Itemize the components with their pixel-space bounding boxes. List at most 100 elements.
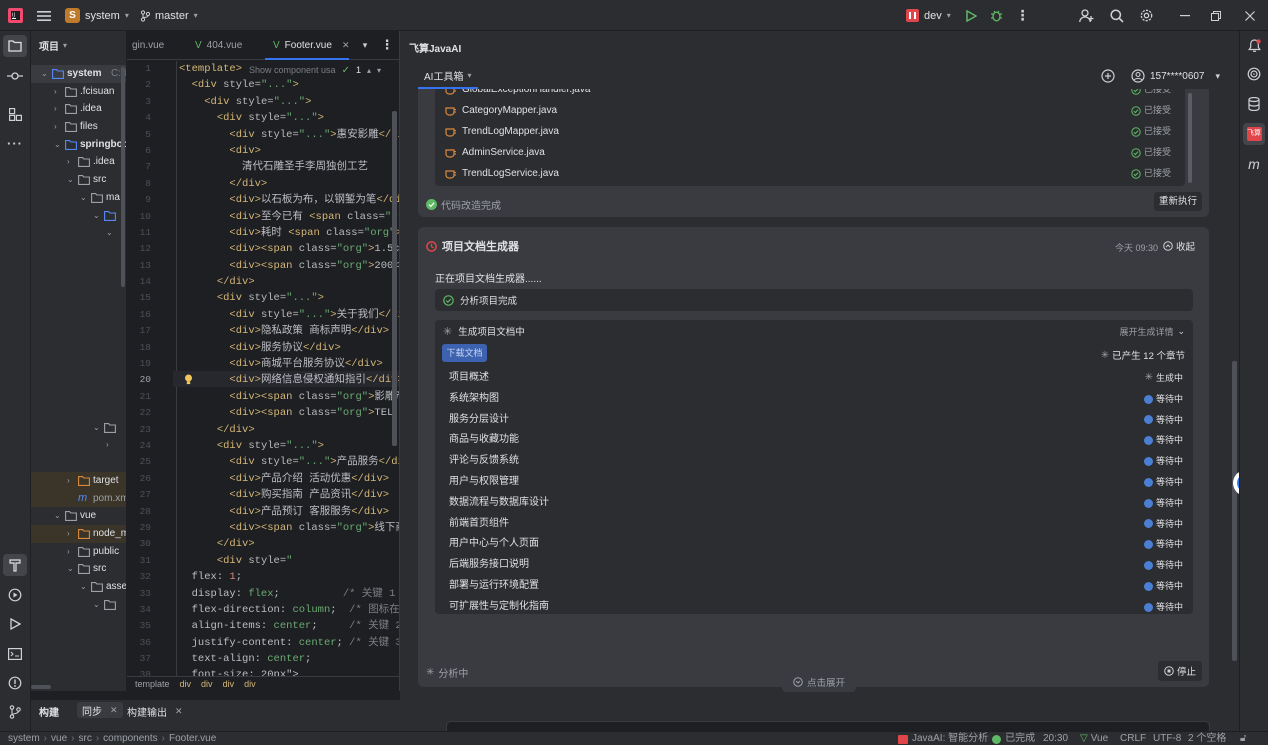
expand-details-button[interactable]: 展开生成详情 ⌄ [1119, 325, 1185, 338]
bottom-tab-sync[interactable]: 同步 ✕ [77, 702, 123, 718]
tree-item[interactable] [31, 401, 126, 419]
feisuan-javaai-icon[interactable]: 飞算 [1243, 123, 1265, 145]
code-line[interactable]: 33 display: flex; /* 关键 1 * [127, 586, 399, 602]
chevron-down-icon[interactable]: ▾ [377, 66, 381, 75]
add-user-icon[interactable] [1078, 7, 1095, 24]
code-line[interactable]: 12 <div><span class="org">1.5cm [127, 241, 399, 257]
status-path-item[interactable]: src [78, 733, 91, 745]
debug-icon[interactable] [988, 7, 1005, 24]
chat-input-box[interactable] [446, 721, 1210, 731]
chevron-right-icon[interactable]: › [54, 83, 57, 101]
code-line[interactable]: 24 <div style="..."> [127, 438, 399, 454]
chevron-up-icon[interactable]: ▴ [367, 66, 371, 75]
click-expand-button[interactable]: 点击展开 [782, 671, 856, 692]
code-line[interactable]: 20 <div>网络信息侵权通知指引</div> [127, 372, 399, 388]
project-panel-header[interactable]: 项目 ▾ [39, 38, 67, 53]
minimize-window-icon[interactable] [1176, 7, 1193, 24]
notifications-icon[interactable] [1243, 35, 1265, 57]
tree-item[interactable]: ⌄ src [31, 171, 126, 189]
code-line[interactable]: 8 </div> [127, 176, 399, 192]
ai-toolbox-tab[interactable]: AI工具箱 ▾ [418, 64, 478, 89]
tree-item[interactable]: › .idea [31, 100, 126, 118]
tree-item[interactable]: ⌄ asse [31, 578, 126, 596]
problems-tool-icon[interactable] [3, 672, 27, 694]
database-icon[interactable] [1243, 93, 1265, 115]
run-config-selector[interactable]: dev ▾ [906, 7, 951, 24]
tree-horizontal-scrollbar[interactable] [31, 685, 51, 689]
chevron-right-icon[interactable]: › [67, 472, 70, 490]
code-line[interactable]: 23 </div> [127, 422, 399, 438]
run-tool-icon[interactable] [3, 613, 27, 635]
project-tool-icon[interactable] [3, 35, 27, 57]
chevron-down-icon[interactable]: ⌄ [80, 189, 87, 207]
chevron-down-icon[interactable]: ⌄ [54, 136, 61, 154]
code-line[interactable]: 35 align-items: center; /* 关键 2: [127, 618, 399, 634]
code-line[interactable]: 2 <div style="..."> [127, 77, 399, 93]
breadcrumb-item[interactable]: div [244, 677, 256, 691]
close-window-icon[interactable] [1241, 7, 1258, 24]
editor-tab[interactable]: V 404.vue [187, 31, 242, 60]
chevron-down-icon[interactable]: ⌄ [80, 578, 87, 596]
branch-switcher[interactable]: master ▾ [140, 7, 198, 24]
file-list-scrollbar[interactable] [1188, 93, 1192, 183]
status-path-item[interactable]: system [8, 733, 40, 745]
collapse-button[interactable]: 收起 [1163, 239, 1195, 253]
git-tool-icon[interactable] [3, 701, 27, 723]
code-line[interactable]: 6 <div> [127, 143, 399, 159]
tree-item[interactable]: › .idea [31, 153, 126, 171]
component-usage-hint[interactable]: Show component usa [249, 65, 336, 75]
tree-item[interactable] [31, 295, 126, 313]
code-line[interactable]: 13 <div><span class="org">200</s [127, 258, 399, 274]
rerun-button[interactable]: 重新执行 [1154, 192, 1202, 211]
services-tool-icon[interactable] [3, 584, 27, 606]
code-line[interactable]: 29 <div><span class="org">线下商城 [127, 520, 399, 536]
chevron-down-icon[interactable]: ⌄ [93, 419, 100, 437]
tab-overflow-icon[interactable]: ▾ [357, 37, 373, 53]
code-line[interactable]: 37 text-align: center; [127, 651, 399, 667]
add-conversation-icon[interactable] [1100, 68, 1116, 84]
code-line[interactable]: 26 <div>产品介绍 活动优惠</div> [127, 471, 399, 487]
code-line[interactable]: 3 <div style="..."> [127, 94, 399, 110]
language-indicator[interactable]: ▽ Vue [1080, 733, 1108, 745]
code-line[interactable]: 16 <div style="...">关于我们</div> [127, 307, 399, 323]
code-line[interactable]: 7 清代石雕圣手李周独创工艺 [127, 159, 399, 175]
code-line[interactable]: 9 <div>以石板为布，以钢錾为笔</div> [127, 192, 399, 208]
run-icon[interactable] [963, 7, 980, 24]
search-icon[interactable] [1108, 7, 1125, 24]
tree-item[interactable] [31, 348, 126, 366]
tree-item[interactable]: ⌄ [31, 419, 126, 437]
code-line[interactable]: 28 <div>产品预订 客服服务</div> [127, 504, 399, 520]
chevron-right-icon[interactable]: › [67, 153, 70, 171]
close-icon[interactable]: ✕ [175, 706, 183, 717]
tree-item[interactable]: ⌄ [31, 224, 126, 242]
tree-item[interactable] [31, 277, 126, 295]
tree-item[interactable]: › files [31, 118, 126, 136]
code-line[interactable]: 19 <div>商城平台服务协议</div> [127, 356, 399, 372]
lightbulb-icon[interactable] [184, 374, 193, 385]
indent-setting[interactable]: 2 个空格 [1188, 733, 1226, 745]
more-actions-icon[interactable]: ⋮ [1014, 7, 1031, 24]
restore-window-icon[interactable] [1207, 7, 1224, 24]
accepted-file-row[interactable]: CategoryMapper.java 已接受 [435, 100, 1185, 121]
accepted-file-row[interactable]: TrendLogService.java 已接受 [435, 163, 1185, 184]
caret-position[interactable]: 20:30 [1043, 733, 1068, 745]
chevron-right-icon[interactable]: › [54, 118, 57, 136]
chevron-right-icon[interactable]: › [67, 525, 70, 543]
tree-item[interactable]: m pom.xm [31, 489, 126, 508]
tree-item[interactable] [31, 242, 126, 260]
code-line[interactable]: 31 <div style=" [127, 553, 399, 569]
accepted-file-row[interactable]: TrendLogMapper.java 已接受 [435, 121, 1185, 142]
code-line[interactable]: 17 <div>隐私政策 商标声明</div> [127, 323, 399, 339]
settings-gear-icon[interactable] [1138, 7, 1155, 24]
tree-item[interactable]: › node_m [31, 524, 126, 543]
accepted-file-row[interactable]: GlobalExceptionHandler.java 已接受 [435, 89, 1185, 100]
close-icon[interactable]: ✕ [110, 705, 118, 716]
accepted-file-row[interactable]: AdminService.java 已接受 [435, 142, 1185, 163]
breadcrumb-item[interactable]: div [223, 677, 235, 691]
terminal-tool-icon[interactable] [3, 643, 27, 665]
account-menu[interactable]: 157****0607 ▾ [1131, 68, 1220, 84]
tree-item[interactable] [31, 330, 126, 348]
status-path-item[interactable]: Footer.vue [169, 733, 216, 745]
tree-item[interactable]: ⌄ [31, 207, 126, 225]
chevron-down-icon[interactable]: ⌄ [67, 560, 74, 578]
